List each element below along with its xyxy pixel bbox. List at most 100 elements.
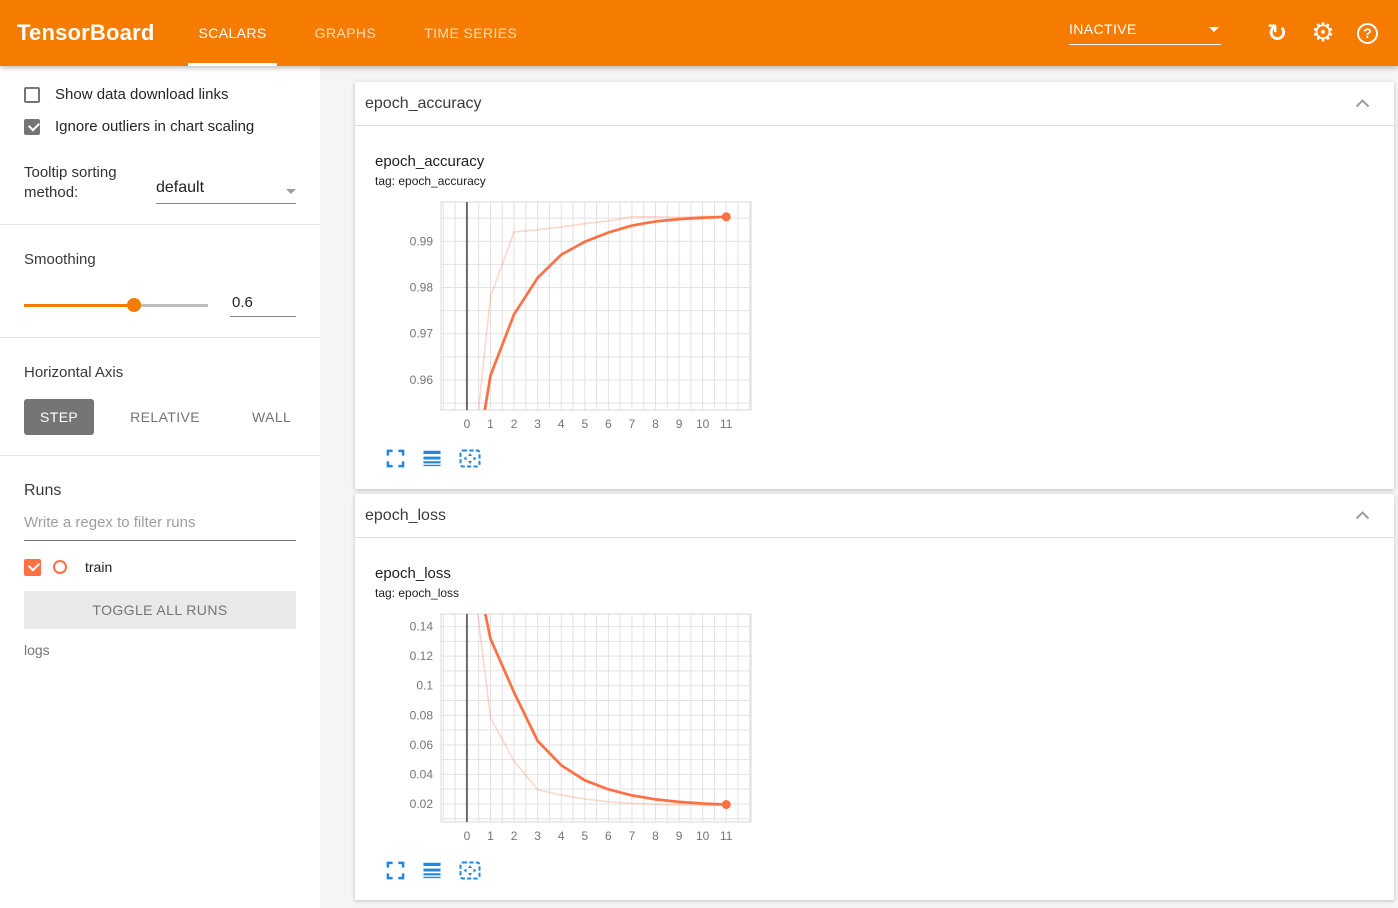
tooltip-sorting-value: default bbox=[156, 178, 205, 196]
refresh-icon[interactable]: ↻ bbox=[1265, 21, 1289, 45]
svg-text:5: 5 bbox=[581, 417, 588, 431]
svg-text:4: 4 bbox=[558, 829, 565, 843]
svg-text:6: 6 bbox=[605, 829, 612, 843]
run-train-label: train bbox=[85, 559, 113, 575]
ignore-outliers-checkbox[interactable] bbox=[24, 118, 40, 135]
log-scale-icon[interactable] bbox=[422, 861, 442, 880]
run-color-swatch bbox=[53, 560, 67, 574]
ignore-outliers-row[interactable]: Ignore outliers in chart scaling bbox=[24, 118, 296, 135]
svg-text:0.12: 0.12 bbox=[410, 649, 434, 663]
show-download-links-row[interactable]: Show data download links bbox=[24, 86, 296, 103]
svg-text:2: 2 bbox=[511, 417, 518, 431]
svg-text:0.14: 0.14 bbox=[410, 620, 434, 634]
svg-text:5: 5 bbox=[581, 829, 588, 843]
chevron-down-icon bbox=[286, 188, 296, 194]
svg-text:11: 11 bbox=[720, 829, 733, 843]
ignore-outliers-label: Ignore outliers in chart scaling bbox=[55, 118, 255, 135]
app-logo: TensorBoard bbox=[17, 20, 155, 45]
axis-step-button[interactable]: STEP bbox=[24, 398, 95, 435]
dashboard-content: epoch_accuracy epoch_accuracy tag: epoch… bbox=[320, 66, 1398, 908]
slider-fill bbox=[24, 304, 135, 307]
smoothing-label: Smoothing bbox=[24, 250, 96, 268]
run-row-train[interactable]: train bbox=[24, 558, 296, 576]
svg-text:0.06: 0.06 bbox=[410, 738, 434, 752]
svg-text:8: 8 bbox=[652, 417, 659, 431]
show-download-links-label: Show data download links bbox=[55, 86, 229, 103]
collapse-card-button[interactable] bbox=[1355, 99, 1370, 108]
toggle-all-runs-button[interactable]: TOGGLE ALL RUNS bbox=[24, 590, 296, 629]
chart-title: epoch_loss bbox=[375, 565, 451, 582]
gear-icon[interactable]: ⚙ bbox=[1311, 20, 1335, 46]
show-download-links-checkbox[interactable] bbox=[24, 86, 40, 103]
horizontal-axis-section: Horizontal Axis STEP RELATIVE WALL bbox=[0, 338, 320, 455]
fit-domain-icon[interactable] bbox=[459, 449, 481, 468]
svg-text:9: 9 bbox=[676, 417, 683, 431]
svg-text:0.96: 0.96 bbox=[410, 373, 434, 387]
svg-text:10: 10 bbox=[696, 829, 710, 843]
svg-text:0.98: 0.98 bbox=[410, 281, 434, 295]
card-epoch-loss: epoch_loss epoch_loss tag: epoch_loss 0.… bbox=[355, 494, 1394, 900]
reload-status-value: INACTIVE bbox=[1069, 21, 1137, 37]
svg-text:1: 1 bbox=[487, 829, 494, 843]
chart-actions bbox=[375, 449, 1394, 468]
tooltip-sorting-label: Tooltip sorting method: bbox=[24, 164, 117, 202]
runs-heading: Runs bbox=[24, 481, 62, 499]
app-header: TensorBoard SCALARS GRAPHS TIME SERIES I… bbox=[0, 0, 1398, 66]
runs-filter-input[interactable] bbox=[24, 503, 296, 541]
collapse-card-button[interactable] bbox=[1355, 511, 1370, 520]
svg-text:11: 11 bbox=[720, 417, 733, 431]
svg-text:10: 10 bbox=[696, 417, 710, 431]
svg-text:0.02: 0.02 bbox=[410, 797, 434, 811]
tooltip-sorting-row: Tooltip sorting method: default bbox=[24, 163, 296, 204]
logdir-label: logs bbox=[24, 641, 50, 658]
svg-text:9: 9 bbox=[676, 829, 683, 843]
card-header: epoch_loss bbox=[355, 494, 1394, 538]
svg-text:0.04: 0.04 bbox=[410, 767, 434, 781]
card-header: epoch_accuracy bbox=[355, 82, 1394, 126]
tab-graphs[interactable]: GRAPHS bbox=[305, 0, 387, 66]
axis-wall-button[interactable]: WALL bbox=[236, 399, 307, 435]
fit-domain-icon[interactable] bbox=[459, 861, 481, 880]
svg-text:3: 3 bbox=[534, 829, 541, 843]
slider-thumb[interactable] bbox=[127, 298, 142, 312]
card-title: epoch_accuracy bbox=[365, 94, 482, 112]
help-icon[interactable]: ? bbox=[1357, 22, 1378, 44]
tooltip-sorting-dropdown[interactable]: default bbox=[156, 163, 296, 204]
svg-text:1: 1 bbox=[487, 417, 494, 431]
chevron-down-icon bbox=[1209, 26, 1219, 32]
scalar-chart-epoch-accuracy[interactable]: 0.96 0.97 0.98 0.99 0 1 2 3 4 5 6 7 8 9 10 11 bbox=[375, 197, 757, 447]
svg-text:3: 3 bbox=[534, 417, 541, 431]
chevron-up-icon bbox=[1355, 511, 1370, 520]
sidebar: Show data download links Ignore outliers… bbox=[0, 66, 320, 908]
svg-text:4: 4 bbox=[558, 417, 565, 431]
svg-text:0: 0 bbox=[464, 829, 471, 843]
smoothing-slider[interactable] bbox=[24, 298, 208, 312]
smoothing-section: Smoothing bbox=[0, 225, 320, 337]
card-epoch-accuracy: epoch_accuracy epoch_accuracy tag: epoch… bbox=[355, 82, 1394, 489]
svg-text:0.1: 0.1 bbox=[416, 679, 433, 693]
svg-text:7: 7 bbox=[629, 417, 636, 431]
chart-tag: tag: epoch_loss bbox=[375, 586, 460, 600]
run-train-checkbox[interactable] bbox=[24, 558, 41, 576]
svg-text:8: 8 bbox=[652, 829, 659, 843]
chart-tag: tag: epoch_accuracy bbox=[375, 174, 486, 188]
axis-relative-button[interactable]: RELATIVE bbox=[114, 399, 216, 435]
fullscreen-icon[interactable] bbox=[386, 861, 405, 880]
chart-actions bbox=[375, 861, 1394, 880]
reload-status-dropdown[interactable]: INACTIVE bbox=[1069, 21, 1221, 45]
svg-text:2: 2 bbox=[511, 829, 518, 843]
svg-text:6: 6 bbox=[605, 417, 612, 431]
tab-time-series[interactable]: TIME SERIES bbox=[414, 0, 527, 66]
fullscreen-icon[interactable] bbox=[386, 449, 405, 468]
scalar-chart-epoch-loss[interactable]: 0.02 0.04 0.06 0.08 0.1 0.12 0.14 0 1 2 3 4 5 6 7 8 9 10 1… bbox=[375, 609, 757, 859]
chevron-up-icon bbox=[1355, 99, 1370, 108]
runs-section: Runs train TOGGLE ALL RUNS logs bbox=[0, 456, 320, 678]
header-actions: INACTIVE ↻ ⚙ ? bbox=[1069, 20, 1378, 46]
chart-title: epoch_accuracy bbox=[375, 153, 485, 170]
tab-scalars[interactable]: SCALARS bbox=[188, 0, 277, 66]
log-scale-icon[interactable] bbox=[422, 449, 442, 468]
smoothing-value-input[interactable] bbox=[230, 293, 296, 317]
svg-text:0.08: 0.08 bbox=[410, 708, 434, 722]
svg-text:7: 7 bbox=[629, 829, 636, 843]
svg-text:0.99: 0.99 bbox=[410, 234, 434, 248]
